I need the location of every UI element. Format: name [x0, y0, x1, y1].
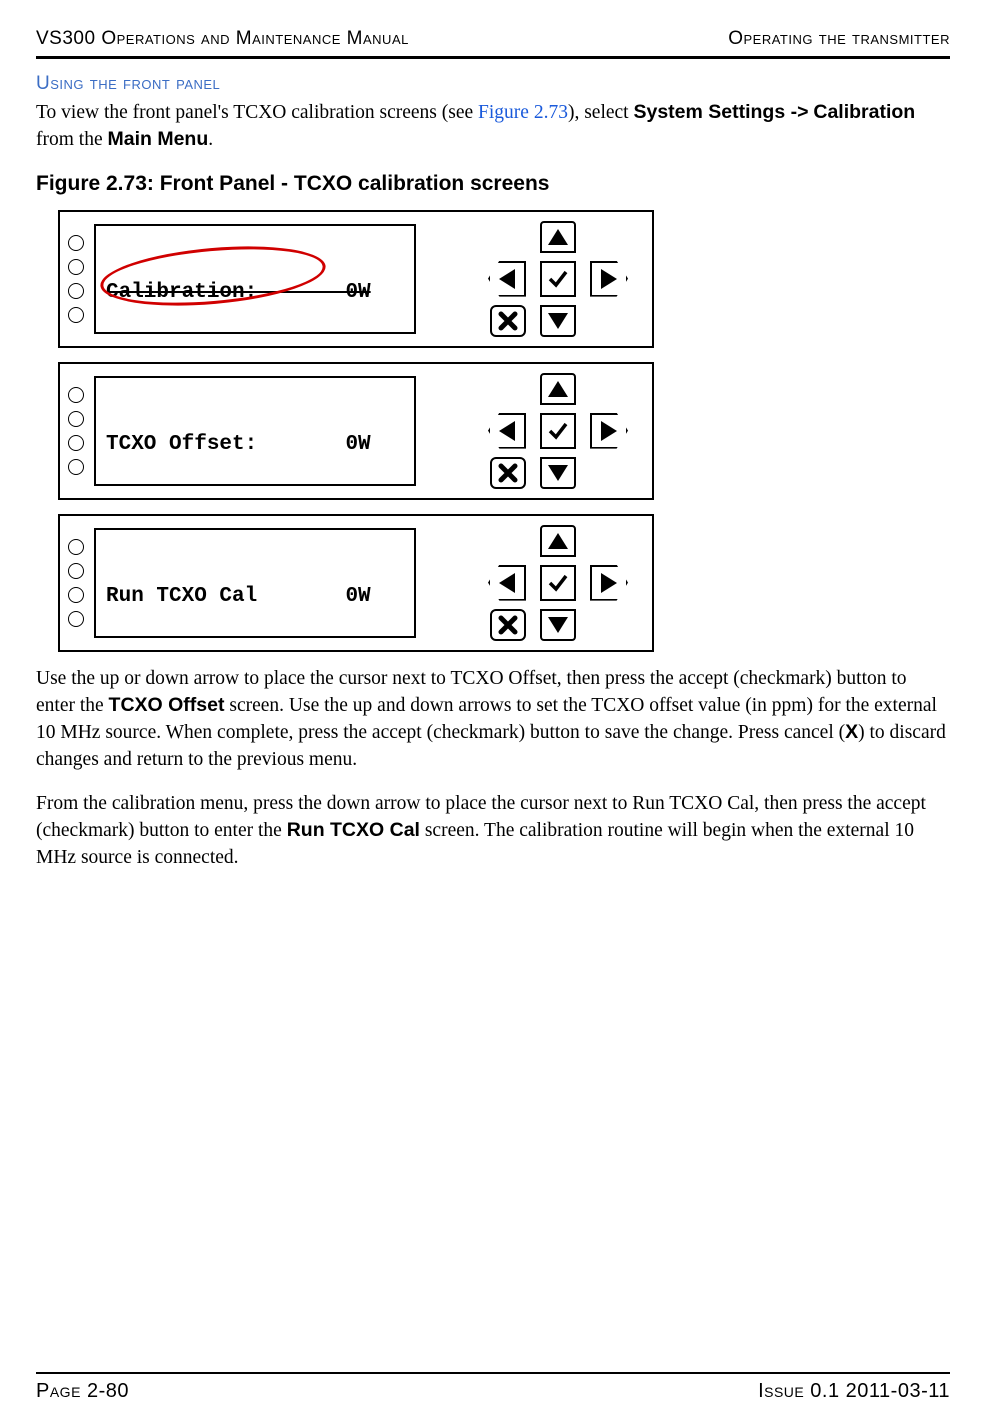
section-heading: Using the front panel	[36, 73, 950, 95]
front-panel-screen-3: Run TCXO Cal 0W Connect ext. 10 MHz.	[58, 514, 654, 652]
right-arrow-button[interactable]	[590, 413, 628, 449]
up-arrow-button[interactable]	[540, 221, 576, 253]
led-icon	[68, 283, 84, 299]
led-icon	[68, 563, 84, 579]
right-arrow-button[interactable]	[590, 261, 628, 297]
up-arrow-button[interactable]	[540, 525, 576, 557]
x-icon	[496, 613, 520, 637]
page-footer: Page 2-80 Issue 0.1 2011-03-11	[36, 1372, 950, 1403]
right-arrow-icon	[601, 421, 617, 441]
left-arrow-icon	[499, 421, 515, 441]
header-left: VS300 Operations and Maintenance Manual	[36, 28, 409, 50]
header-rule	[36, 56, 950, 59]
down-arrow-icon	[548, 617, 568, 633]
down-arrow-button[interactable]	[540, 305, 576, 337]
header-right: Operating the transmitter	[728, 28, 950, 50]
lcd-display: TCXO Offset: 0W 0.000 ppm (-1000 to 1000…	[94, 376, 416, 486]
body-paragraph-2: From the calibration menu, press the dow…	[36, 791, 950, 871]
down-arrow-button[interactable]	[540, 457, 576, 489]
text: from the	[36, 129, 107, 150]
led-icon	[68, 235, 84, 251]
left-arrow-icon	[499, 573, 515, 593]
led-icon	[68, 611, 84, 627]
cancel-button[interactable]	[490, 609, 526, 641]
status-leds	[68, 539, 84, 627]
run-tcxo-cal-bold: Run TCXO Cal	[287, 819, 420, 841]
accept-button[interactable]	[540, 413, 576, 449]
checkmark-icon	[546, 419, 570, 443]
figure-caption: Figure 2.73: Front Panel - TCXO calibrat…	[36, 172, 950, 196]
right-arrow-button[interactable]	[590, 565, 628, 601]
cancel-button[interactable]	[490, 305, 526, 337]
lcd-line: Calibration: 0W	[106, 281, 404, 306]
left-arrow-button[interactable]	[488, 565, 526, 601]
text: To view the front panel's TCXO calibrati…	[36, 102, 478, 123]
led-icon	[68, 459, 84, 475]
right-arrow-icon	[601, 269, 617, 289]
x-icon	[496, 309, 520, 333]
body-paragraph-1: Use the up or down arrow to place the cu…	[36, 666, 950, 773]
lcd-line: TCXO Offset: 0W	[106, 433, 404, 458]
lcd-display: Run TCXO Cal 0W Connect ext. 10 MHz.	[94, 528, 416, 638]
footer-issue: Issue 0.1 2011-03-11	[758, 1380, 950, 1403]
intro-paragraph: To view the front panel's TCXO calibrati…	[36, 99, 950, 154]
text: .	[208, 129, 213, 150]
led-icon	[68, 539, 84, 555]
led-icon	[68, 259, 84, 275]
figure-link[interactable]: Figure 2.73	[478, 102, 568, 123]
lcd-line: Run TCXO Cal 0W	[106, 585, 404, 610]
cancel-button[interactable]	[490, 457, 526, 489]
front-panel-screen-1: Calibration: 0W >TCXO Offset Run TCXO Ca…	[58, 210, 654, 348]
menu-path-1: System Settings ->	[633, 101, 808, 123]
text: ), select	[568, 102, 634, 123]
down-arrow-icon	[548, 465, 568, 481]
up-arrow-icon	[548, 533, 568, 549]
down-arrow-icon	[548, 313, 568, 329]
front-panel-screen-2: TCXO Offset: 0W 0.000 ppm (-1000 to 1000…	[58, 362, 654, 500]
left-arrow-icon	[499, 269, 515, 289]
x-key-bold: X	[845, 721, 858, 743]
up-arrow-icon	[548, 381, 568, 397]
led-icon	[68, 411, 84, 427]
footer-rule	[36, 1372, 950, 1374]
up-arrow-button[interactable]	[540, 373, 576, 405]
down-arrow-button[interactable]	[540, 609, 576, 641]
footer-page: Page 2-80	[36, 1380, 129, 1403]
accept-button[interactable]	[540, 565, 576, 601]
left-arrow-button[interactable]	[488, 261, 526, 297]
checkmark-icon	[546, 571, 570, 595]
right-arrow-icon	[601, 573, 617, 593]
led-icon	[68, 307, 84, 323]
up-arrow-icon	[548, 229, 568, 245]
accept-button[interactable]	[540, 261, 576, 297]
lcd-display: Calibration: 0W >TCXO Offset Run TCXO Ca…	[94, 224, 416, 334]
left-arrow-button[interactable]	[488, 413, 526, 449]
status-leds	[68, 235, 84, 323]
x-icon	[496, 461, 520, 485]
page-header: VS300 Operations and Maintenance Manual …	[36, 28, 950, 52]
dpad-controls	[474, 525, 642, 641]
dpad-controls	[474, 221, 642, 337]
menu-path-2: Calibration	[813, 101, 915, 123]
led-icon	[68, 435, 84, 451]
dpad-controls	[474, 373, 642, 489]
main-menu-label: Main Menu	[107, 128, 208, 150]
status-leds	[68, 387, 84, 475]
tcxo-offset-bold: TCXO Offset	[109, 694, 225, 716]
led-icon	[68, 387, 84, 403]
checkmark-icon	[546, 267, 570, 291]
led-icon	[68, 587, 84, 603]
